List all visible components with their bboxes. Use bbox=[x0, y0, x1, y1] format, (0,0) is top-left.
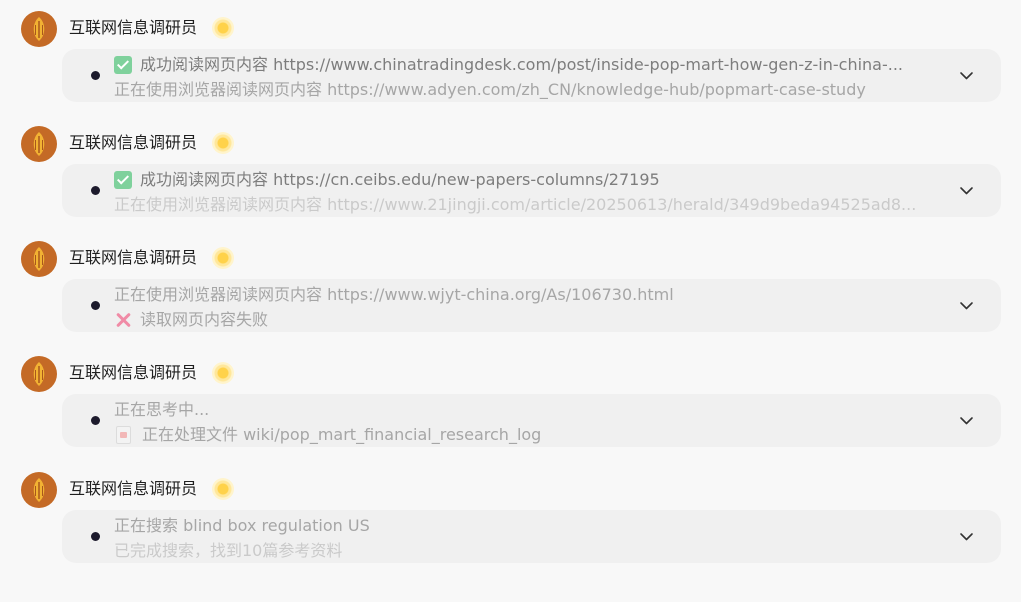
activity-text: 正在思考中... bbox=[114, 400, 210, 419]
agent-entry: 互联网信息调研员 成功阅读网页内容 https://www.chinatradi… bbox=[0, 0, 1021, 107]
agent-entry: 互联网信息调研员 正在思考中... 正在处理文件 wiki/pop_mart_f… bbox=[0, 345, 1021, 452]
agent-entry: 互联网信息调研员 正在使用浏览器阅读网页内容 https://www.wjyt-… bbox=[0, 230, 1021, 337]
activity-text: 正在使用浏览器阅读网页内容 https://www.21jingji.com/a… bbox=[114, 195, 917, 214]
activity-line-secondary: 正在处理文件 wiki/pop_mart_financial_research_… bbox=[114, 424, 944, 446]
chevron-down-icon[interactable] bbox=[959, 298, 974, 313]
file-icon bbox=[116, 426, 131, 444]
status-indicator-icon bbox=[212, 17, 234, 39]
agent-avatar bbox=[21, 126, 57, 162]
activity-card[interactable]: 正在搜索 blind box regulation US 已完成搜索，找到10篇… bbox=[62, 510, 1001, 563]
activity-line-primary: 成功阅读网页内容 https://cn.ceibs.edu/new-papers… bbox=[114, 169, 944, 191]
activity-card[interactable]: 成功阅读网页内容 https://cn.ceibs.edu/new-papers… bbox=[62, 164, 1001, 217]
bullet-icon bbox=[91, 301, 100, 310]
activity-card[interactable]: 成功阅读网页内容 https://www.chinatradingdesk.co… bbox=[62, 49, 1001, 102]
seed-icon bbox=[33, 132, 45, 156]
seed-icon bbox=[33, 362, 45, 386]
bullet-icon bbox=[91, 532, 100, 541]
agent-avatar bbox=[21, 11, 57, 47]
check-icon bbox=[114, 56, 132, 74]
activity-card[interactable]: 正在思考中... 正在处理文件 wiki/pop_mart_financial_… bbox=[62, 394, 1001, 447]
activity-line-secondary: 读取网页内容失败 bbox=[114, 309, 944, 331]
chevron-down-icon[interactable] bbox=[959, 413, 974, 428]
activity-text: 成功阅读网页内容 https://www.chinatradingdesk.co… bbox=[140, 55, 904, 74]
seed-icon bbox=[33, 478, 45, 502]
activity-line-primary: 正在思考中... bbox=[114, 399, 944, 421]
seed-icon bbox=[33, 17, 45, 41]
chevron-down-icon[interactable] bbox=[959, 68, 974, 83]
activity-line-primary: 成功阅读网页内容 https://www.chinatradingdesk.co… bbox=[114, 54, 944, 76]
cross-icon bbox=[114, 311, 132, 329]
activity-text: 正在搜索 blind box regulation US bbox=[114, 516, 370, 535]
activity-text: 成功阅读网页内容 https://cn.ceibs.edu/new-papers… bbox=[140, 170, 660, 189]
chevron-down-icon[interactable] bbox=[959, 529, 974, 544]
bullet-icon bbox=[91, 416, 100, 425]
activity-line-secondary: 已完成搜索，找到10篇参考资料 bbox=[114, 540, 944, 562]
activity-line-secondary: 正在使用浏览器阅读网页内容 https://www.21jingji.com/a… bbox=[114, 194, 944, 216]
agent-name: 互联网信息调研员 bbox=[69, 18, 198, 37]
status-indicator-icon bbox=[212, 132, 234, 154]
agent-avatar bbox=[21, 472, 57, 508]
agent-name: 互联网信息调研员 bbox=[69, 363, 198, 382]
agent-name: 互联网信息调研员 bbox=[69, 479, 198, 498]
activity-text: 正在处理文件 wiki/pop_mart_financial_research_… bbox=[142, 425, 542, 444]
activity-text: 正在使用浏览器阅读网页内容 https://www.wjyt-china.org… bbox=[114, 285, 674, 304]
agent-activity-feed: 互联网信息调研员 成功阅读网页内容 https://www.chinatradi… bbox=[0, 0, 1021, 602]
agent-name: 互联网信息调研员 bbox=[69, 248, 198, 267]
bullet-icon bbox=[91, 186, 100, 195]
agent-name: 互联网信息调研员 bbox=[69, 133, 198, 152]
agent-avatar bbox=[21, 241, 57, 277]
bullet-icon bbox=[91, 71, 100, 80]
activity-text: 读取网页内容失败 bbox=[140, 310, 269, 329]
agent-entry: 互联网信息调研员 成功阅读网页内容 https://cn.ceibs.edu/n… bbox=[0, 115, 1021, 222]
status-indicator-icon bbox=[212, 247, 234, 269]
chevron-down-icon[interactable] bbox=[959, 183, 974, 198]
activity-text: 已完成搜索，找到10篇参考资料 bbox=[114, 541, 343, 560]
activity-line-primary: 正在搜索 blind box regulation US bbox=[114, 515, 944, 537]
status-indicator-icon bbox=[212, 362, 234, 384]
activity-card[interactable]: 正在使用浏览器阅读网页内容 https://www.wjyt-china.org… bbox=[62, 279, 1001, 332]
agent-avatar bbox=[21, 356, 57, 392]
status-indicator-icon bbox=[212, 478, 234, 500]
activity-line-secondary: 正在使用浏览器阅读网页内容 https://www.adyen.com/zh_C… bbox=[114, 79, 944, 101]
seed-icon bbox=[33, 247, 45, 271]
agent-entry: 互联网信息调研员 正在搜索 blind box regulation US 已完… bbox=[0, 461, 1021, 568]
activity-line-primary: 正在使用浏览器阅读网页内容 https://www.wjyt-china.org… bbox=[114, 284, 944, 306]
activity-text: 正在使用浏览器阅读网页内容 https://www.adyen.com/zh_C… bbox=[114, 80, 866, 99]
check-icon bbox=[114, 171, 132, 189]
